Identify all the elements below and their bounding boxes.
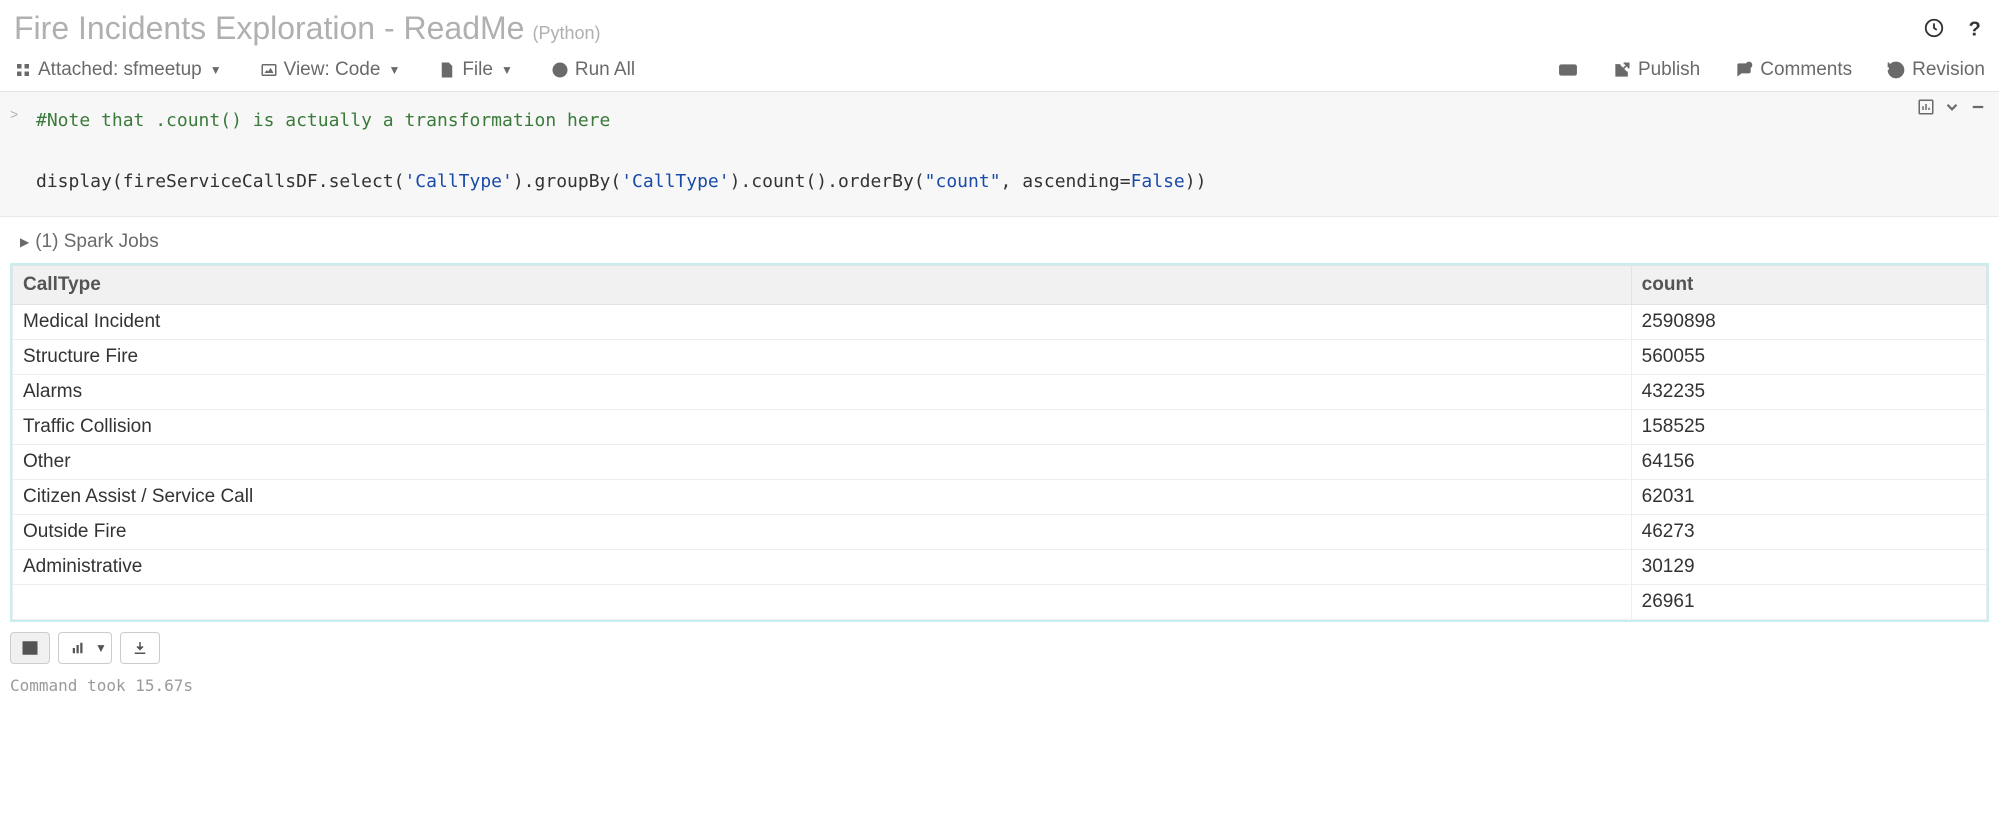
notebook-title[interactable]: Fire Incidents Exploration - ReadMe [14,10,524,47]
caret-down-icon: ▼ [95,641,107,655]
cell-count: 26961 [1631,584,1986,619]
cell-calltype: Citizen Assist / Service Call [13,479,1632,514]
cell-count: 432235 [1631,374,1986,409]
table-row: Administrative30129 [13,549,1987,584]
notebook-language: (Python) [532,23,600,44]
command-timing: Command took 15.67s [0,670,1999,705]
code-cell[interactable]: > #Note that .count() is actually a tran… [0,92,1999,217]
table-row: Other64156 [13,444,1987,479]
caret-down-icon: ▼ [501,63,513,77]
keyboard-shortcuts-button[interactable] [1558,60,1578,80]
cell-count: 158525 [1631,409,1986,444]
attached-cluster-dropdown[interactable]: Attached: sfmeetup ▼ [14,59,222,81]
publish-label: Publish [1638,59,1700,81]
comments-label: Comments [1760,59,1852,81]
revision-label: Revision [1912,59,1985,81]
caret-down-icon: ▼ [388,63,400,77]
cell-run-indicator: > [10,106,18,122]
output-toolbar: ▼ [0,622,1999,670]
view-label: View: Code [284,59,381,81]
revision-history-button[interactable]: Revision [1886,59,1985,81]
cell-calltype: Outside Fire [13,514,1632,549]
runall-label: Run All [575,59,635,81]
table-row: Medical Incident2590898 [13,304,1987,339]
cell-count: 560055 [1631,339,1986,374]
table-row: Alarms432235 [13,374,1987,409]
file-dropdown[interactable]: File ▼ [438,59,513,81]
output-table: CallType count Medical Incident2590898 S… [10,263,1989,622]
cell-output: ▶ (1) Spark Jobs CallType count Medical … [0,217,1999,705]
cell-calltype: Traffic Collision [13,409,1632,444]
help-icon[interactable]: ? [1963,17,1985,44]
table-row: Traffic Collision158525 [13,409,1987,444]
column-header-count[interactable]: count [1631,265,1986,304]
cell-count: 2590898 [1631,304,1986,339]
code-editor[interactable]: #Note that .count() is actually a transf… [0,92,1999,216]
view-dropdown[interactable]: View: Code ▼ [260,59,401,81]
table-header-row: CallType count [13,265,1987,304]
triangle-right-icon: ▶ [20,235,29,249]
cell-count: 62031 [1631,479,1986,514]
publish-button[interactable]: Publish [1612,59,1700,81]
download-button[interactable] [120,632,160,664]
clock-icon[interactable] [1923,17,1945,44]
spark-jobs-toggle[interactable]: ▶ (1) Spark Jobs [0,217,1999,263]
cell-calltype: Administrative [13,549,1632,584]
cell-count: 46273 [1631,514,1986,549]
chart-view-button[interactable]: ▼ [58,632,112,664]
attached-label: Attached: sfmeetup [38,59,202,81]
toolbar: Attached: sfmeetup ▼ View: Code ▼ File ▼… [0,55,1999,92]
cell-calltype: Medical Incident [13,304,1632,339]
spark-jobs-label: (1) Spark Jobs [35,231,159,253]
table-row: Outside Fire46273 [13,514,1987,549]
cell-calltype: Alarms [13,374,1632,409]
table-row: 26961 [13,584,1987,619]
cell-count: 30129 [1631,549,1986,584]
comments-button[interactable]: Comments [1734,59,1852,81]
table-row: Structure Fire560055 [13,339,1987,374]
cell-calltype [13,584,1632,619]
cell-count: 64156 [1631,444,1986,479]
cell-calltype: Other [13,444,1632,479]
notebook-header: Fire Incidents Exploration - ReadMe (Pyt… [0,0,1999,55]
cell-calltype: Structure Fire [13,339,1632,374]
run-all-button[interactable]: Run All [551,59,635,81]
file-label: File [462,59,493,81]
minimize-icon[interactable] [1969,98,1987,121]
chevron-down-icon[interactable] [1943,98,1961,121]
column-header-calltype[interactable]: CallType [13,265,1632,304]
table-row: Citizen Assist / Service Call62031 [13,479,1987,514]
bar-chart-icon[interactable] [1917,98,1935,121]
caret-down-icon: ▼ [210,63,222,77]
table-view-button[interactable] [10,632,50,664]
code-comment: #Note that .count() is actually a transf… [36,110,610,131]
svg-text:?: ? [1969,18,1981,39]
